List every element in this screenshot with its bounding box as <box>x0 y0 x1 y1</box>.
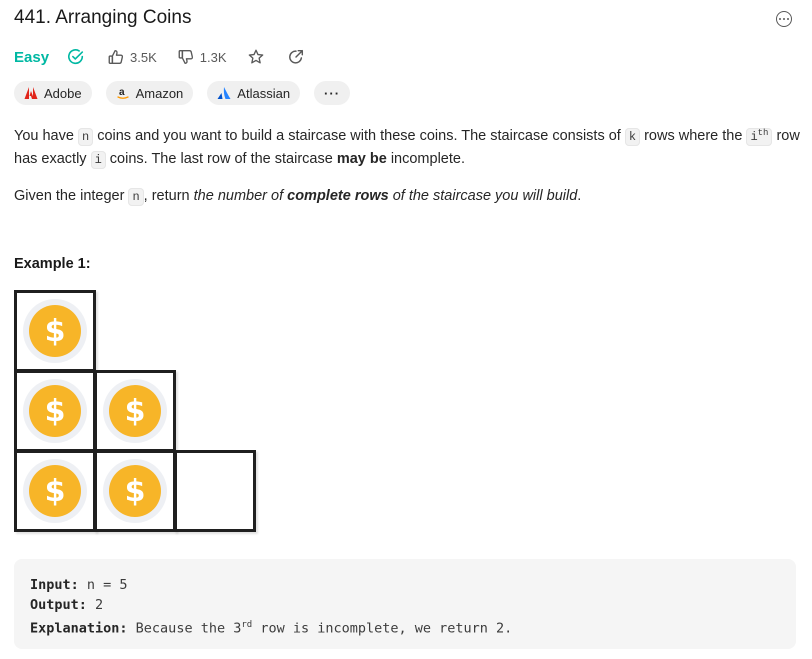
code-i-th: ith <box>746 128 773 146</box>
problem-meta-row: Easy 3.5K 1.3K <box>14 46 327 68</box>
difficulty-badge: Easy <box>14 48 50 66</box>
more-options-icon[interactable] <box>776 11 792 27</box>
staircase-cell-empty <box>174 450 256 532</box>
tag-amazon[interactable]: a Amazon <box>105 81 194 105</box>
staircase-cell-coin: $ <box>14 290 96 372</box>
description-paragraph-2: Given the integer n, return the number o… <box>14 188 582 206</box>
tag-atlassian[interactable]: Atlassian <box>207 81 301 105</box>
code-i: i <box>90 151 106 169</box>
staircase-cell-coin: $ <box>94 370 176 452</box>
company-tags: Adobe a Amazon Atlassian ··· <box>14 81 351 105</box>
dollar-coin-icon: $ <box>109 385 161 437</box>
amazon-logo-icon: a <box>116 86 130 100</box>
thumbs-down-icon <box>178 50 193 64</box>
atlassian-logo-icon <box>217 86 231 100</box>
check-circle-icon <box>68 49 84 65</box>
tag-label: Adobe <box>44 85 82 101</box>
code-n: n <box>128 188 144 206</box>
like-button[interactable]: 3.5K <box>107 48 157 66</box>
share-icon[interactable] <box>287 48 305 66</box>
example-title: Example 1: <box>14 256 91 272</box>
code-k: k <box>624 128 641 146</box>
problem-description: You have n coins and you want to build a… <box>14 122 804 222</box>
thumbs-up-icon <box>108 50 124 64</box>
svg-text:a: a <box>119 87 125 98</box>
tag-adobe[interactable]: Adobe <box>14 81 92 105</box>
example-output-line: Output: 2 <box>30 597 104 613</box>
example-explanation-line: Explanation: Because the 3rd row is inco… <box>30 620 513 637</box>
description-paragraph-1: You have n coins and you want to build a… <box>14 128 800 169</box>
staircase-cell-coin: $ <box>94 450 176 532</box>
staircase-cell-coin: $ <box>14 450 96 532</box>
star-icon[interactable] <box>247 48 265 66</box>
example-code-block: Input: n = 5 Output: 2 Explanation: Beca… <box>14 559 796 649</box>
dollar-coin-icon: $ <box>29 305 81 357</box>
likes-count: 3.5K <box>130 49 157 65</box>
dollar-coin-icon: $ <box>29 465 81 517</box>
dislikes-count: 1.3K <box>199 49 227 65</box>
dislike-button[interactable]: 1.3K <box>177 48 227 66</box>
adobe-logo-icon <box>24 86 38 100</box>
dollar-coin-icon: $ <box>29 385 81 437</box>
tag-label: Amazon <box>135 85 184 101</box>
tag-label: Atlassian <box>237 85 291 101</box>
example-input-line: Input: n = 5 <box>30 577 128 593</box>
dollar-coin-icon: $ <box>109 465 161 517</box>
more-tags-button[interactable]: ··· <box>314 81 351 105</box>
problem-title: 441. Arranging Coins <box>14 7 192 28</box>
staircase-cell-coin: $ <box>14 370 96 452</box>
code-n: n <box>77 128 94 146</box>
